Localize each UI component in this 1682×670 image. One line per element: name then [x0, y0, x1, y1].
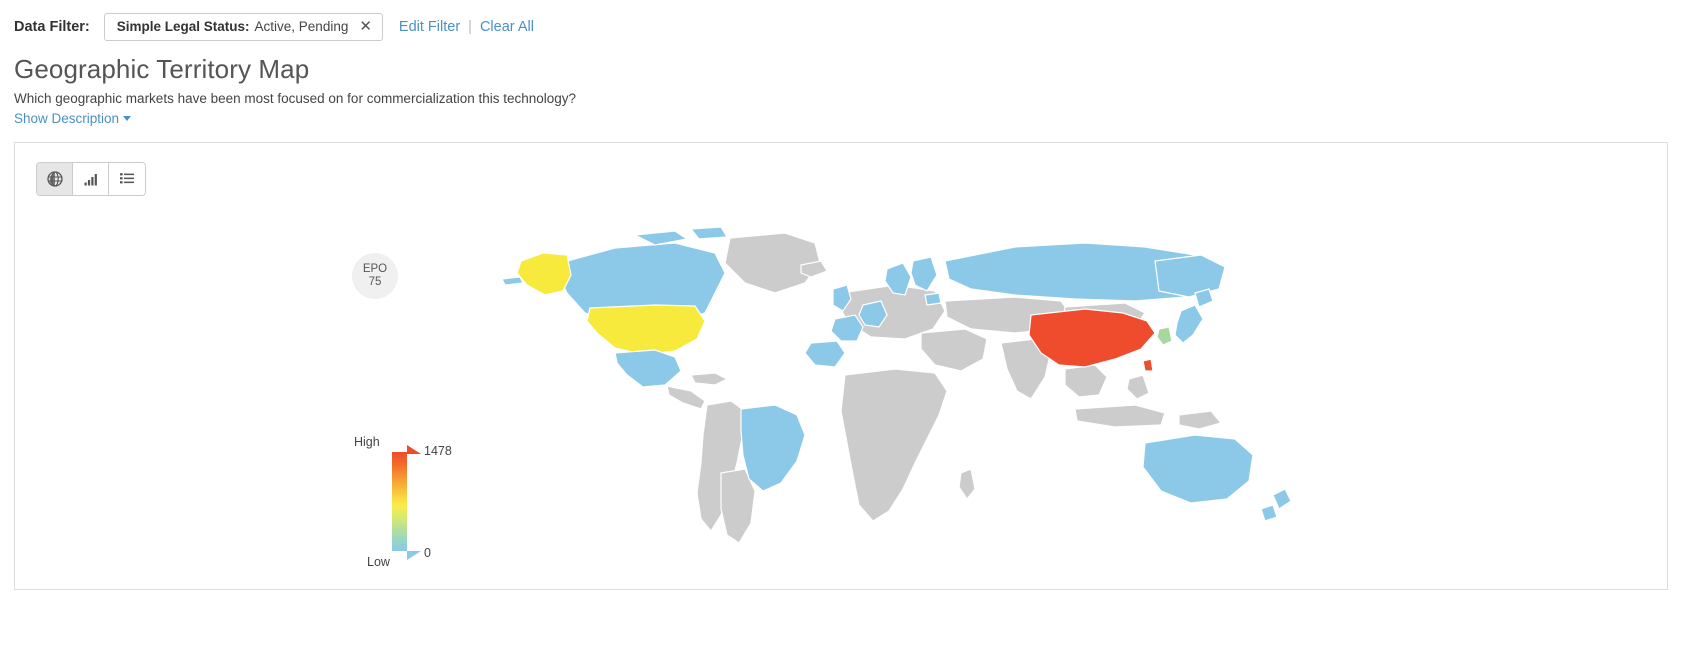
show-description-toggle[interactable]: Show Description: [14, 111, 132, 126]
view-mode-toggle-group[interactable]: [36, 162, 146, 196]
page-title: Geographic Territory Map: [14, 54, 310, 84]
legend-max-value: 1478: [424, 444, 452, 458]
region-aleutian: [501, 276, 524, 286]
filter-actions: Edit Filter | Clear All: [399, 19, 534, 35]
map-card: EPO 75 High 1478 0 Low: [14, 142, 1668, 590]
bar-chart-icon: [84, 174, 97, 186]
region-taiwan: [1142, 358, 1154, 372]
data-filter-label: Data Filter:: [14, 19, 90, 35]
region-japan: [1174, 304, 1204, 344]
map-marker-epo[interactable]: EPO 75: [352, 253, 398, 299]
legend-low-label: Low: [367, 555, 390, 569]
map-marker-epo-label: EPO: [362, 263, 388, 275]
filter-chip-simple-legal-status[interactable]: Simple Legal Status: Active, Pending ✕: [103, 13, 383, 41]
region-france: [830, 314, 864, 342]
region-madagascar: [958, 468, 976, 501]
region-united-states: [586, 304, 706, 356]
filter-action-separator: |: [468, 19, 472, 35]
view-mode-map-button[interactable]: [37, 163, 73, 195]
region-brazil: [740, 404, 806, 492]
clear-all-link[interactable]: Clear All: [480, 19, 534, 35]
region-indonesia: [1074, 404, 1166, 428]
region-alaska: [516, 252, 572, 296]
list-icon: [120, 173, 134, 184]
data-filter-bar: Data Filter: Simple Legal Status: Active…: [0, 0, 1682, 41]
region-africa: [840, 368, 948, 522]
region-new-zealand: [1272, 488, 1292, 510]
region-new-zealand-south: [1260, 504, 1278, 522]
legend-top-cap-icon: [407, 445, 421, 454]
filter-chip-value: Active, Pending: [254, 19, 349, 34]
region-caribbean: [690, 372, 729, 386]
region-spain: [804, 340, 846, 368]
region-central-america: [666, 385, 706, 410]
region-russia-east: [1154, 254, 1226, 298]
map-marker-epo-value: 75: [368, 276, 382, 288]
region-australia: [1142, 434, 1254, 504]
region-middle-east: [920, 328, 988, 372]
region-canada-islands-2: [689, 226, 729, 240]
header-block: Geographic Territory Map Which geographi…: [0, 40, 1682, 128]
region-baltic: [924, 292, 942, 306]
map-legend: High 1478 0 Low: [354, 433, 480, 573]
chevron-down-icon: [123, 116, 132, 121]
filter-chip-key: Simple Legal Status:: [116, 19, 250, 34]
close-icon[interactable]: ✕: [359, 19, 372, 34]
edit-filter-link[interactable]: Edit Filter: [399, 19, 460, 35]
legend-min-value: 0: [424, 546, 431, 560]
region-japan-north: [1194, 288, 1214, 308]
globe-icon: [46, 171, 63, 187]
region-png: [1178, 410, 1223, 430]
region-southeast-asia: [1064, 364, 1108, 398]
region-mexico: [614, 349, 682, 388]
view-mode-chart-button[interactable]: [73, 163, 109, 195]
region-china: [1028, 308, 1156, 368]
region-greenland: [724, 232, 821, 294]
view-mode-list-button[interactable]: [109, 163, 145, 195]
world-map-svg: [501, 226, 1292, 544]
world-map[interactable]: EPO 75 High 1478 0 Low: [15, 143, 1667, 589]
page-subtitle: Which geographic markets have been most …: [14, 91, 577, 106]
show-description-label: Show Description: [14, 111, 120, 126]
region-philippines: [1126, 374, 1150, 400]
legend-bottom-cap-icon: [407, 551, 421, 560]
region-south-korea: [1156, 326, 1173, 346]
legend-gradient-bar: [392, 452, 407, 551]
region-canada-islands-1: [632, 230, 689, 246]
region-finland: [910, 256, 938, 292]
legend-high-label: High: [354, 435, 380, 449]
